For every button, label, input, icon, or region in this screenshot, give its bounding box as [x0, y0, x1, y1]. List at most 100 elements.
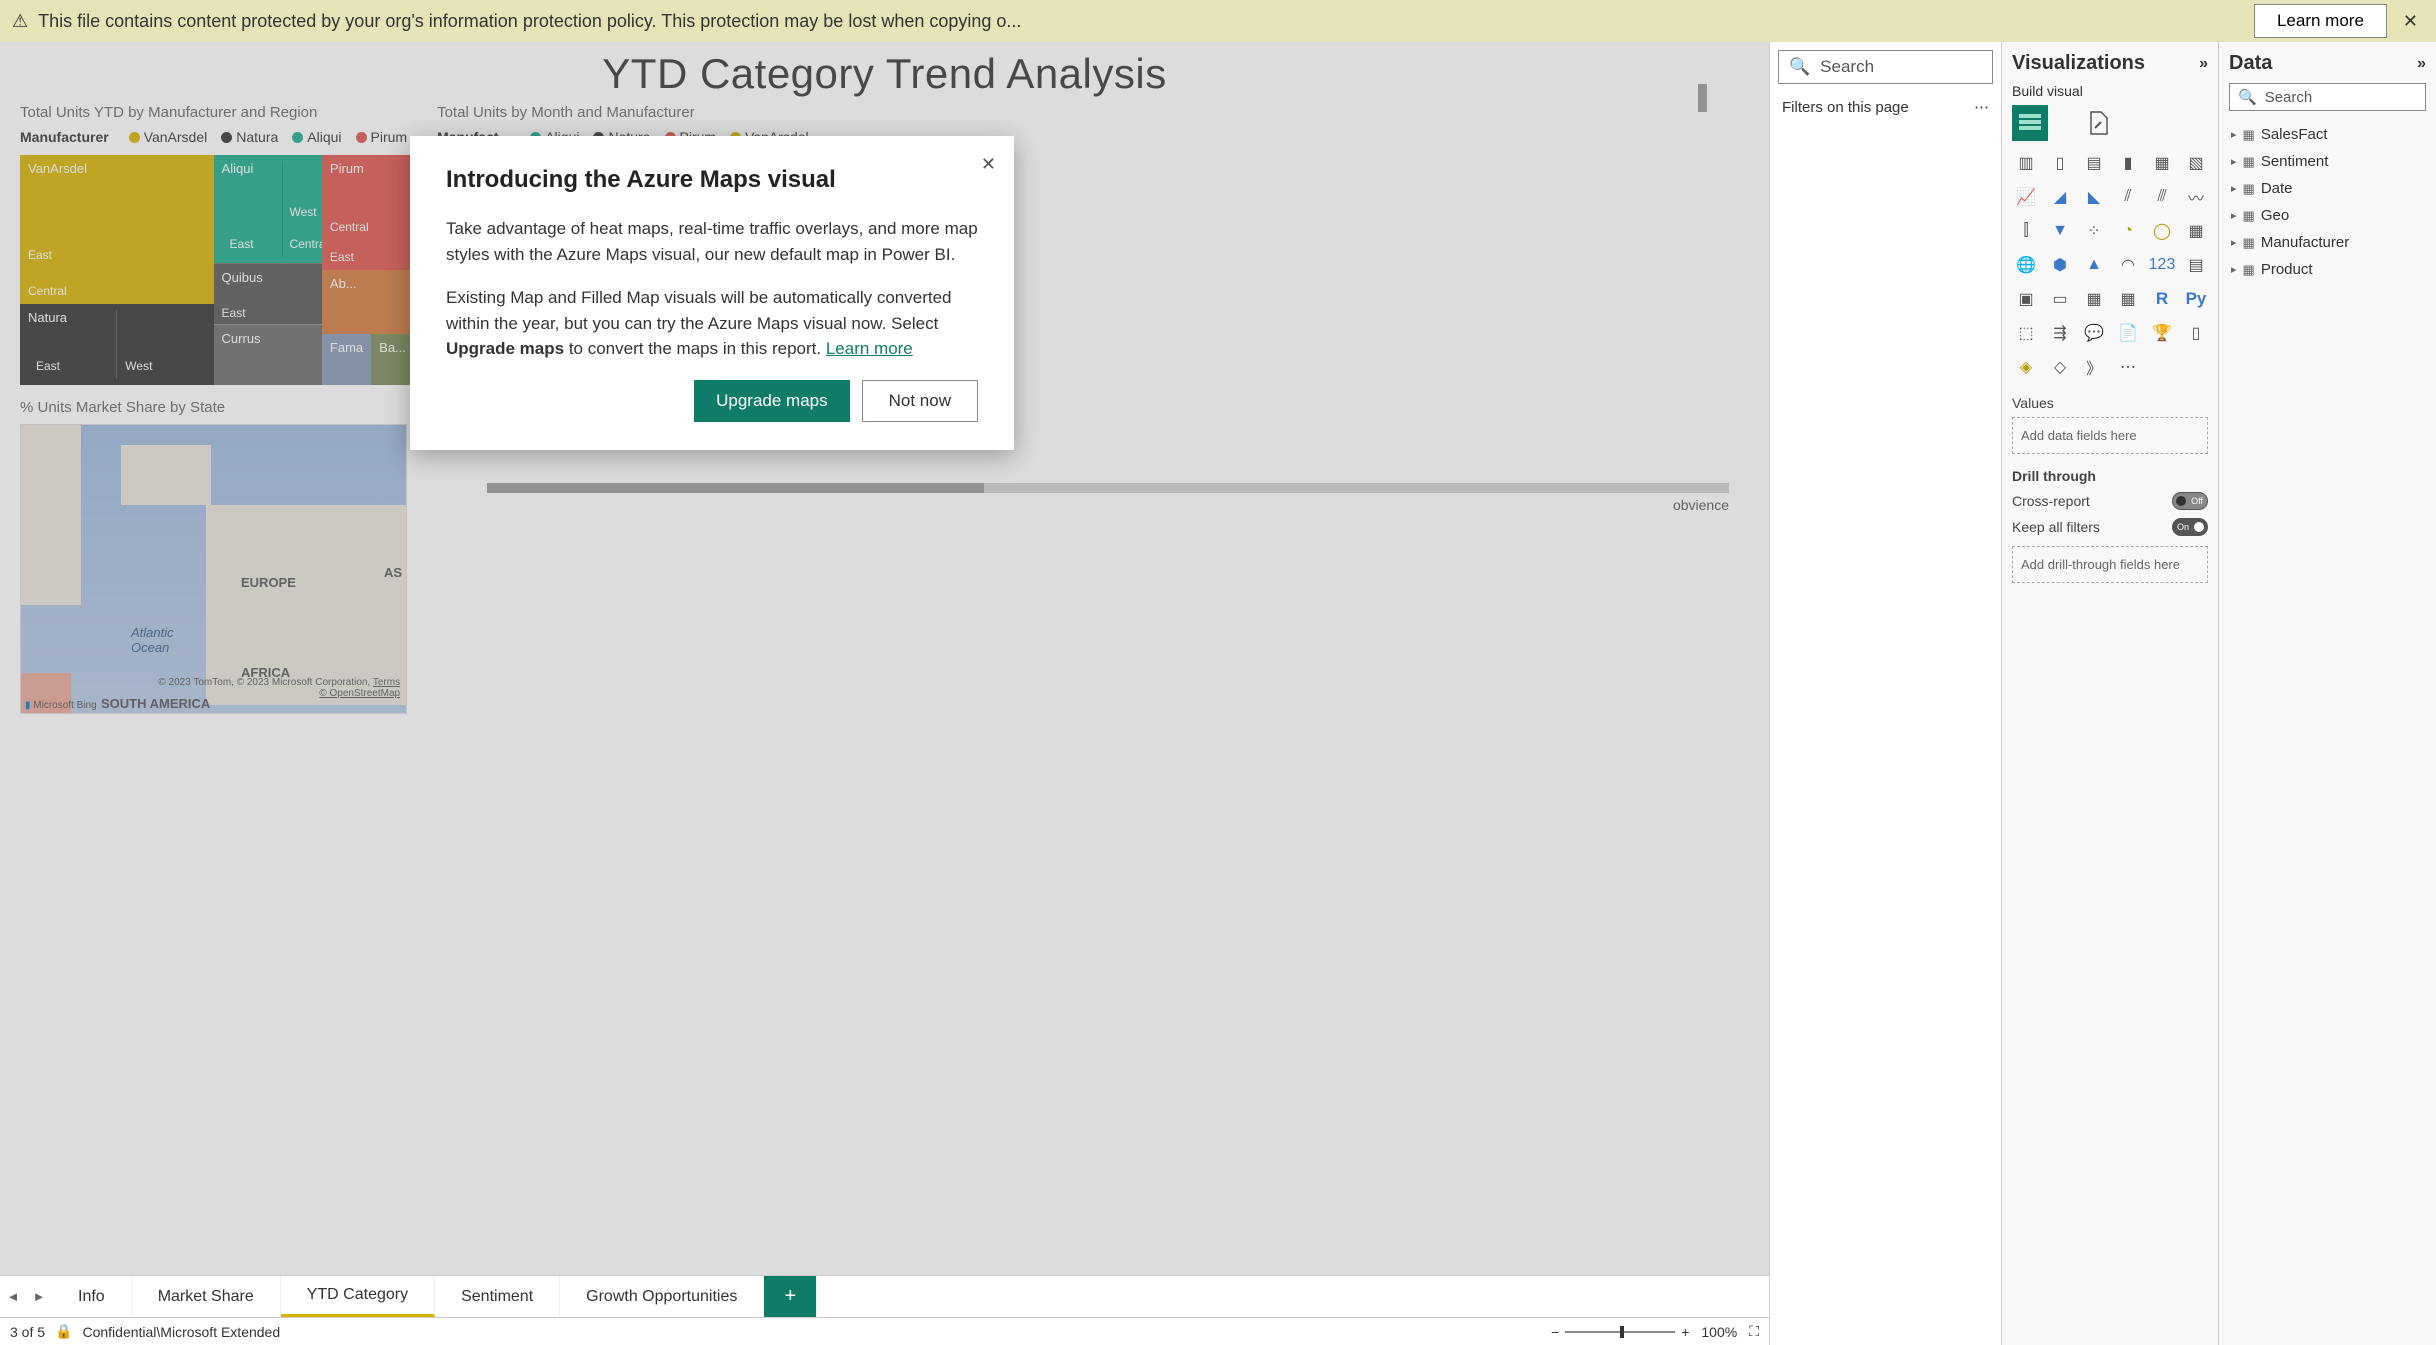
viz-treemap[interactable]: ▦: [2182, 217, 2210, 245]
viz-stacked-area[interactable]: ◣: [2080, 183, 2108, 211]
data-table-product[interactable]: ▸▦Product: [2229, 256, 2426, 283]
warning-message: This file contains content protected by …: [38, 11, 2244, 32]
warning-close-icon[interactable]: ✕: [2397, 11, 2424, 32]
more-icon[interactable]: ⋯: [1974, 98, 1989, 116]
learn-more-button[interactable]: Learn more: [2254, 4, 2387, 38]
build-visual-tab[interactable]: [2012, 105, 2048, 141]
viz-clustered-column[interactable]: ▮: [2114, 149, 2142, 177]
data-pane-title: Data: [2229, 52, 2272, 75]
page-tab-info[interactable]: Info: [52, 1276, 132, 1317]
modal-paragraph-1: Take advantage of heat maps, real-time t…: [446, 216, 978, 267]
status-bar: 3 of 5 🔒 Confidential\Microsoft Extended…: [0, 1317, 1769, 1345]
keep-filters-toggle[interactable]: On: [2172, 518, 2208, 536]
data-table-sentiment[interactable]: ▸▦Sentiment: [2229, 148, 2426, 175]
data-search[interactable]: 🔍 Search: [2229, 83, 2426, 111]
viz-decomposition[interactable]: ⇶: [2046, 319, 2074, 347]
viz-line-clustered[interactable]: ⫻: [2148, 183, 2176, 211]
values-field-well[interactable]: Add data fields here: [2012, 417, 2208, 454]
cross-report-toggle[interactable]: Off: [2172, 492, 2208, 510]
viz-narrative[interactable]: 📄: [2114, 319, 2142, 347]
viz-arcgis[interactable]: ◈: [2012, 353, 2040, 381]
page-tab-market-share[interactable]: Market Share: [132, 1276, 281, 1317]
zoom-slider[interactable]: −+: [1551, 1324, 1689, 1340]
page-tab-growth-opportunities[interactable]: Growth Opportunities: [560, 1276, 764, 1317]
filters-pane: 🔍 Search Filters on this page ⋯: [1769, 42, 2001, 1345]
collapse-data-pane[interactable]: »: [2417, 55, 2426, 73]
viz-table[interactable]: ▦: [2080, 285, 2108, 313]
build-visual-label: Build visual: [2012, 83, 2208, 99]
lock-icon: 🔒: [55, 1323, 72, 1340]
viz-waterfall[interactable]: ⫿: [2012, 217, 2040, 245]
zoom-level: 100%: [1701, 1324, 1737, 1340]
viz-area[interactable]: ◢: [2046, 183, 2074, 211]
page-tab-sentiment[interactable]: Sentiment: [435, 1276, 560, 1317]
tab-next[interactable]: ►: [26, 1289, 52, 1304]
viz-multi-card[interactable]: ▤: [2182, 251, 2210, 279]
viz-100-column[interactable]: ▧: [2182, 149, 2210, 177]
visual-type-gallery: ▥ ▯ ▤ ▮ ▦ ▧ 📈 ◢ ◣ ⫽ ⫻ 〰 ⫿ ▼ ⁘ ◔ ◯ ▦ 🌐 ⬢: [2012, 149, 2208, 381]
fit-to-page-icon[interactable]: ⛶: [1749, 1323, 1759, 1340]
keep-filters-label: Keep all filters: [2012, 519, 2100, 535]
viz-slicer[interactable]: ▭: [2046, 285, 2074, 313]
viz-paginated[interactable]: ▯: [2182, 319, 2210, 347]
format-page-icon: [2085, 110, 2111, 136]
azure-maps-modal: ✕ Introducing the Azure Maps visual Take…: [410, 136, 1014, 450]
values-label: Values: [2012, 395, 2208, 411]
viz-filled-map[interactable]: ⬢: [2046, 251, 2074, 279]
upgrade-maps-button[interactable]: Upgrade maps: [694, 380, 850, 422]
viz-stacked-bar[interactable]: ▥: [2012, 149, 2040, 177]
viz-ribbon[interactable]: 〰: [2182, 183, 2210, 211]
viz-gauge[interactable]: ◠: [2114, 251, 2142, 279]
drill-field-well[interactable]: Add drill-through fields here: [2012, 546, 2208, 583]
viz-kpi[interactable]: ▣: [2012, 285, 2040, 313]
viz-goals[interactable]: 🏆: [2148, 319, 2176, 347]
cross-report-label: Cross-report: [2012, 493, 2090, 509]
viz-map[interactable]: 🌐: [2012, 251, 2040, 279]
viz-100-bar[interactable]: ▦: [2148, 149, 2176, 177]
collapse-viz-pane[interactable]: »: [2199, 55, 2208, 73]
filter-search[interactable]: 🔍 Search: [1778, 50, 1993, 84]
viz-stacked-column[interactable]: ▯: [2046, 149, 2074, 177]
viz-clustered-bar[interactable]: ▤: [2080, 149, 2108, 177]
viz-line[interactable]: 📈: [2012, 183, 2040, 211]
filters-section-label: Filters on this page: [1782, 99, 1909, 116]
page-counter: 3 of 5: [10, 1324, 45, 1340]
viz-funnel[interactable]: ▼: [2046, 217, 2074, 245]
viz-pane-title: Visualizations: [2012, 52, 2145, 75]
search-icon: 🔍: [2238, 88, 2257, 106]
data-table-date[interactable]: ▸▦Date: [2229, 175, 2426, 202]
viz-more[interactable]: ⋯: [2114, 353, 2142, 381]
viz-scatter[interactable]: ⁘: [2080, 217, 2108, 245]
viz-matrix[interactable]: ▦: [2114, 285, 2142, 313]
build-grid-icon: [2017, 112, 2043, 132]
viz-azure-map[interactable]: ▲: [2080, 251, 2108, 279]
viz-powerautomate[interactable]: 》: [2080, 353, 2108, 381]
search-icon: 🔍: [1789, 57, 1810, 77]
page-tab-ytd-category[interactable]: YTD Category: [281, 1276, 435, 1317]
modal-close-button[interactable]: ✕: [981, 154, 996, 175]
data-table-geo[interactable]: ▸▦Geo: [2229, 202, 2426, 229]
viz-qa[interactable]: 💬: [2080, 319, 2108, 347]
viz-r[interactable]: R: [2148, 285, 2176, 313]
modal-learn-more-link[interactable]: Learn more: [826, 339, 913, 358]
data-table-salesfact[interactable]: ▸▦SalesFact: [2229, 121, 2426, 148]
viz-donut[interactable]: ◯: [2148, 217, 2176, 245]
data-pane: Data » 🔍 Search ▸▦SalesFact▸▦Sentiment▸▦…: [2218, 42, 2436, 1345]
page-tabs: ◄ ► InfoMarket ShareYTD CategorySentimen…: [0, 1275, 1769, 1317]
viz-key-influencers[interactable]: ⬚: [2012, 319, 2040, 347]
protection-warning-bar: ⚠ This file contains content protected b…: [0, 0, 2436, 42]
modal-paragraph-2: Existing Map and Filled Map visuals will…: [446, 285, 978, 362]
not-now-button[interactable]: Not now: [862, 380, 978, 422]
data-table-manufacturer[interactable]: ▸▦Manufacturer: [2229, 229, 2426, 256]
viz-pie[interactable]: ◔: [2114, 217, 2142, 245]
viz-line-column[interactable]: ⫽: [2114, 183, 2142, 211]
drill-through-label: Drill through: [2012, 468, 2208, 484]
modal-title: Introducing the Azure Maps visual: [446, 166, 978, 194]
tab-prev[interactable]: ◄: [0, 1289, 26, 1304]
add-page-button[interactable]: +: [764, 1276, 817, 1317]
viz-powerapps[interactable]: ◇: [2046, 353, 2074, 381]
visualizations-pane: Visualizations » Build visual ▥ ▯ ▤ ▮ ▦ …: [2001, 42, 2218, 1345]
viz-card[interactable]: 123: [2148, 251, 2176, 279]
viz-python[interactable]: Py: [2182, 285, 2210, 313]
format-visual-tab[interactable]: [2080, 105, 2116, 141]
